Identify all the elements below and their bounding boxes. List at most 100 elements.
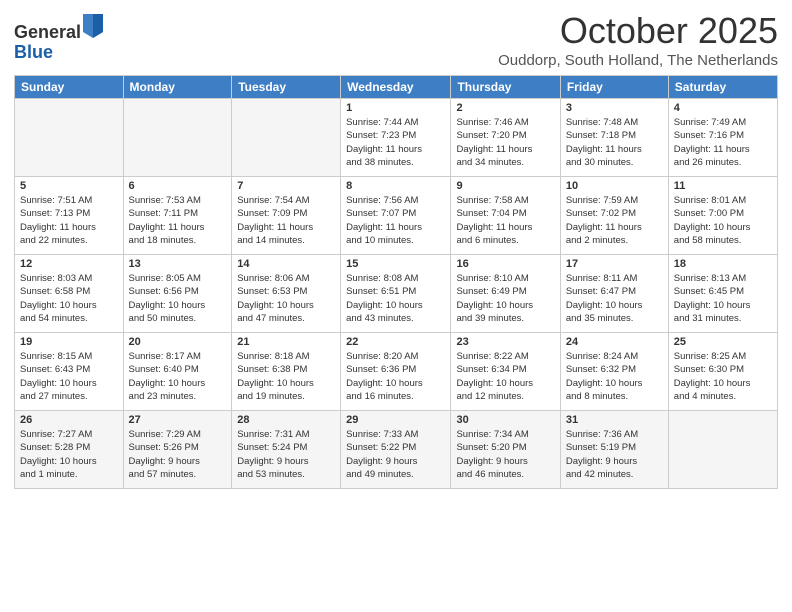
day-info: Sunrise: 7:46 AM Sunset: 7:20 PM Dayligh… [456,116,554,169]
day-info: Sunrise: 8:03 AM Sunset: 6:58 PM Dayligh… [20,272,118,325]
day-number: 27 [129,414,227,426]
weekday-header-monday: Monday [123,76,232,99]
calendar-cell: 21 Sunrise: 8:18 AM Sunset: 6:38 PM Dayli… [232,333,341,411]
day-info: Sunrise: 7:56 AM Sunset: 7:07 PM Dayligh… [346,194,445,247]
day-number: 3 [566,102,663,114]
day-number: 22 [346,336,445,348]
day-info: Sunrise: 8:20 AM Sunset: 6:36 PM Dayligh… [346,350,445,403]
day-info: Sunrise: 8:24 AM Sunset: 6:32 PM Dayligh… [566,350,663,403]
day-number: 17 [566,258,663,270]
week-row-1: 1 Sunrise: 7:44 AM Sunset: 7:23 PM Daylig… [15,99,778,177]
calendar-cell: 22 Sunrise: 8:20 AM Sunset: 6:36 PM Dayli… [341,333,451,411]
day-info: Sunrise: 8:06 AM Sunset: 6:53 PM Dayligh… [237,272,335,325]
day-info: Sunrise: 8:11 AM Sunset: 6:47 PM Dayligh… [566,272,663,325]
weekday-header-friday: Friday [560,76,668,99]
weekday-header-saturday: Saturday [668,76,777,99]
day-number: 1 [346,102,445,114]
day-number: 21 [237,336,335,348]
calendar-cell: 26Sunrise: 7:27 AM Sunset: 5:28 PM Dayli… [15,411,124,489]
logo-blue-text: Blue [14,43,103,63]
day-info: Sunrise: 8:15 AM Sunset: 6:43 PM Dayligh… [20,350,118,403]
calendar-cell: 18 Sunrise: 8:13 AM Sunset: 6:45 PM Dayli… [668,255,777,333]
day-info: Sunrise: 7:53 AM Sunset: 7:11 PM Dayligh… [129,194,227,247]
day-number: 14 [237,258,335,270]
location-subtitle: Ouddorp, South Holland, The Netherlands [498,52,778,69]
day-number: 13 [129,258,227,270]
day-info: Sunrise: 8:22 AM Sunset: 6:34 PM Dayligh… [456,350,554,403]
day-number: 15 [346,258,445,270]
calendar-cell: 5 Sunrise: 7:51 AM Sunset: 7:13 PM Daylig… [15,177,124,255]
day-number: 16 [456,258,554,270]
title-block: October 2025 Ouddorp, South Holland, The… [498,10,778,69]
day-number: 4 [674,102,772,114]
calendar-cell: 1 Sunrise: 7:44 AM Sunset: 7:23 PM Daylig… [341,99,451,177]
day-info: Sunrise: 7:59 AM Sunset: 7:02 PM Dayligh… [566,194,663,247]
day-number: 10 [566,180,663,192]
calendar-cell: 10 Sunrise: 7:59 AM Sunset: 7:02 PM Dayli… [560,177,668,255]
day-number: 20 [129,336,227,348]
calendar-cell [123,99,232,177]
calendar-cell: 2Sunrise: 7:46 AM Sunset: 7:20 PM Daylig… [451,99,560,177]
day-number: 24 [566,336,663,348]
calendar-cell: 11 Sunrise: 8:01 AM Sunset: 7:00 PM Dayli… [668,177,777,255]
day-number: 25 [674,336,772,348]
calendar-cell: 24 Sunrise: 8:24 AM Sunset: 6:32 PM Dayli… [560,333,668,411]
week-row-4: 19Sunrise: 8:15 AM Sunset: 6:43 PM Dayli… [15,333,778,411]
calendar-cell: 16 Sunrise: 8:10 AM Sunset: 6:49 PM Dayli… [451,255,560,333]
calendar-cell: 12 Sunrise: 8:03 AM Sunset: 6:58 PM Dayli… [15,255,124,333]
day-info: Sunrise: 8:05 AM Sunset: 6:56 PM Dayligh… [129,272,227,325]
calendar-cell: 19Sunrise: 8:15 AM Sunset: 6:43 PM Dayli… [15,333,124,411]
week-row-2: 5 Sunrise: 7:51 AM Sunset: 7:13 PM Daylig… [15,177,778,255]
day-info: Sunrise: 8:17 AM Sunset: 6:40 PM Dayligh… [129,350,227,403]
day-info: Sunrise: 7:31 AM Sunset: 5:24 PM Dayligh… [237,428,335,481]
calendar-cell: 31Sunrise: 7:36 AM Sunset: 5:19 PM Dayli… [560,411,668,489]
day-number: 18 [674,258,772,270]
day-number: 26 [20,414,118,426]
header: General Blue October 2025 Ouddorp, South… [14,10,778,69]
day-number: 7 [237,180,335,192]
calendar-cell: 23 Sunrise: 8:22 AM Sunset: 6:34 PM Dayli… [451,333,560,411]
day-info: Sunrise: 8:25 AM Sunset: 6:30 PM Dayligh… [674,350,772,403]
logo-icon [83,14,103,38]
weekday-header-wednesday: Wednesday [341,76,451,99]
day-number: 23 [456,336,554,348]
day-number: 12 [20,258,118,270]
day-number: 11 [674,180,772,192]
logo-text: General [14,14,103,43]
calendar-cell [15,99,124,177]
calendar-cell: 14 Sunrise: 8:06 AM Sunset: 6:53 PM Dayli… [232,255,341,333]
calendar-cell: 15Sunrise: 8:08 AM Sunset: 6:51 PM Dayli… [341,255,451,333]
day-number: 9 [456,180,554,192]
calendar-page: General Blue October 2025 Ouddorp, South… [0,0,792,612]
calendar-cell: 20 Sunrise: 8:17 AM Sunset: 6:40 PM Dayli… [123,333,232,411]
day-info: Sunrise: 8:01 AM Sunset: 7:00 PM Dayligh… [674,194,772,247]
weekday-header-row: SundayMondayTuesdayWednesdayThursdayFrid… [15,76,778,99]
day-info: Sunrise: 8:18 AM Sunset: 6:38 PM Dayligh… [237,350,335,403]
calendar-cell: 8Sunrise: 7:56 AM Sunset: 7:07 PM Daylig… [341,177,451,255]
logo: General Blue [14,14,103,63]
weekday-header-sunday: Sunday [15,76,124,99]
calendar-cell: 6Sunrise: 7:53 AM Sunset: 7:11 PM Daylig… [123,177,232,255]
week-row-3: 12 Sunrise: 8:03 AM Sunset: 6:58 PM Dayli… [15,255,778,333]
calendar-cell [232,99,341,177]
calendar-table: SundayMondayTuesdayWednesdayThursdayFrid… [14,75,778,489]
day-number: 5 [20,180,118,192]
day-info: Sunrise: 7:36 AM Sunset: 5:19 PM Dayligh… [566,428,663,481]
calendar-cell: 3Sunrise: 7:48 AM Sunset: 7:18 PM Daylig… [560,99,668,177]
calendar-cell: 28Sunrise: 7:31 AM Sunset: 5:24 PM Dayli… [232,411,341,489]
day-info: Sunrise: 7:49 AM Sunset: 7:16 PM Dayligh… [674,116,772,169]
day-info: Sunrise: 7:34 AM Sunset: 5:20 PM Dayligh… [456,428,554,481]
calendar-cell: 13 Sunrise: 8:05 AM Sunset: 6:56 PM Dayli… [123,255,232,333]
weekday-header-tuesday: Tuesday [232,76,341,99]
day-info: Sunrise: 8:10 AM Sunset: 6:49 PM Dayligh… [456,272,554,325]
logo-general: General [14,22,81,42]
calendar-cell: 30Sunrise: 7:34 AM Sunset: 5:20 PM Dayli… [451,411,560,489]
day-info: Sunrise: 7:44 AM Sunset: 7:23 PM Dayligh… [346,116,445,169]
day-info: Sunrise: 8:13 AM Sunset: 6:45 PM Dayligh… [674,272,772,325]
day-info: Sunrise: 7:58 AM Sunset: 7:04 PM Dayligh… [456,194,554,247]
calendar-cell: 9 Sunrise: 7:58 AM Sunset: 7:04 PM Daylig… [451,177,560,255]
day-info: Sunrise: 7:51 AM Sunset: 7:13 PM Dayligh… [20,194,118,247]
day-info: Sunrise: 7:33 AM Sunset: 5:22 PM Dayligh… [346,428,445,481]
logo-blue: Blue [14,42,53,62]
day-info: Sunrise: 7:54 AM Sunset: 7:09 PM Dayligh… [237,194,335,247]
